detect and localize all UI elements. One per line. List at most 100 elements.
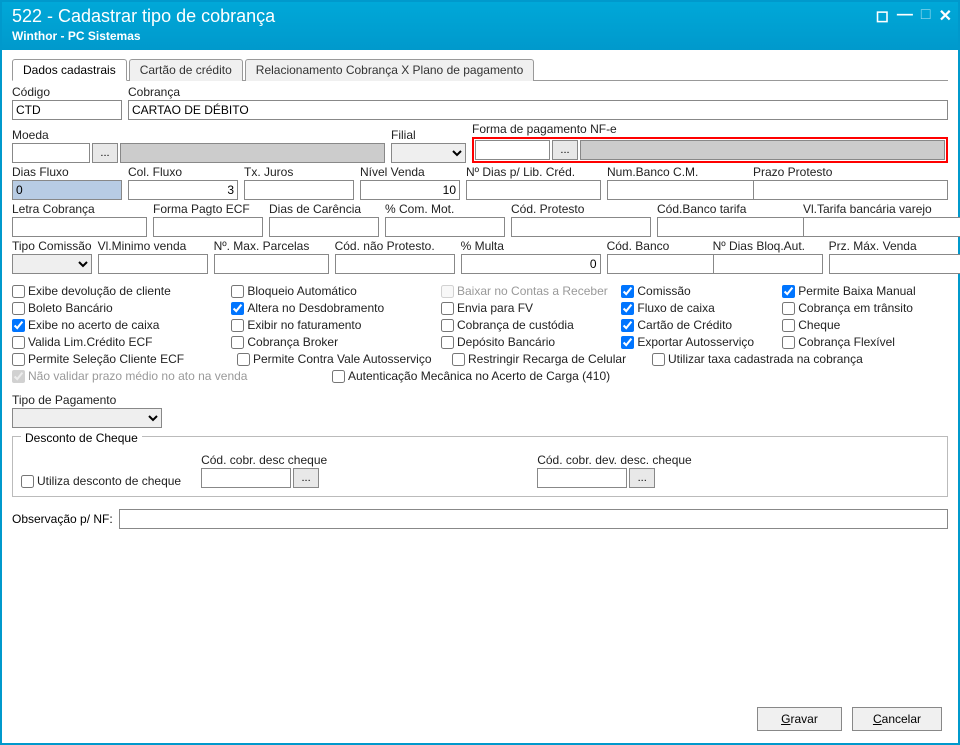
checkbox-label: Restringir Recarga de Celular (468, 352, 626, 366)
letra-input[interactable] (12, 217, 147, 237)
checkbox-label: Bloqueio Automático (247, 284, 356, 298)
checkbox-envia-para-fv[interactable] (441, 302, 454, 315)
checkbox-label: Cheque (798, 318, 840, 332)
checkbox-label: Exibe no acerto de caixa (28, 318, 159, 332)
desconto-cheque-title: Desconto de Cheque (21, 431, 142, 445)
cod-protesto-input[interactable] (511, 217, 651, 237)
checkbox-exibe-devolu-o-de-cliente[interactable] (12, 285, 25, 298)
filial-select[interactable] (391, 143, 466, 163)
col-fluxo-input[interactable] (128, 180, 238, 200)
maximize-icon[interactable]: □ (921, 6, 931, 26)
checkbox-cobran-a-de-cust-dia[interactable] (441, 319, 454, 332)
checkbox-cobran-a-flex-vel[interactable] (782, 336, 795, 349)
cancelar-button[interactable]: Cancelar (852, 707, 942, 731)
letra-label: Letra Cobrança (12, 202, 147, 216)
checkbox-exibir-no-faturamento[interactable] (231, 319, 244, 332)
cod-banco-tarifa-input[interactable] (657, 217, 820, 237)
cod-dev-cheque-input[interactable] (537, 468, 627, 488)
tipo-comissao-select[interactable] (12, 254, 92, 274)
dias-bloq-input[interactable] (713, 254, 823, 274)
checkbox-label: Valida Lim.Crédito ECF (28, 335, 153, 349)
cobranca-label: Cobrança (128, 85, 948, 99)
codigo-input[interactable] (12, 100, 122, 120)
checkbox-restringir-recarga-de-celular[interactable] (452, 353, 465, 366)
checkbox-label: Permite Contra Vale Autosserviço (253, 352, 432, 366)
checkbox-cheque[interactable] (782, 319, 795, 332)
forma-ecf-label: Forma Pagto ECF (153, 202, 263, 216)
checkbox-utilizar-taxa-cadastrada-na-cobran-a[interactable] (652, 353, 665, 366)
dias-lib-input[interactable] (466, 180, 601, 200)
tab-relacionamento[interactable]: Relacionamento Cobrança X Plano de pagam… (245, 59, 535, 81)
checkbox-label: Depósito Bancário (457, 335, 555, 349)
checkbox-permite-baixa-manual[interactable] (782, 285, 795, 298)
cod-desc-cheque-input[interactable] (201, 468, 291, 488)
cod-dev-cheque-lookup-button[interactable]: ... (629, 468, 655, 488)
checkbox-cobran-a-em-tr-nsito[interactable] (782, 302, 795, 315)
com-mot-label: % Com. Mot. (385, 202, 505, 216)
checkbox-label: Permite Seleção Cliente ECF (28, 352, 184, 366)
tipo-pagamento-select[interactable] (12, 408, 162, 428)
checkbox-label: Cobrança de custódia (457, 318, 574, 332)
cod-dev-cheque-label: Cód. cobr. dev. desc. cheque (537, 453, 692, 467)
num-banco-input[interactable] (607, 180, 770, 200)
prazo-protesto-input[interactable] (753, 180, 948, 200)
moeda-lookup-button[interactable]: ... (92, 143, 118, 163)
checkbox-permite-contra-vale-autosservi-o[interactable] (237, 353, 250, 366)
tab-dados-cadastrais[interactable]: Dados cadastrais (12, 59, 127, 81)
checkbox-dep-sito-banc-rio[interactable] (441, 336, 454, 349)
checkbox-exibe-no-acerto-de-caixa[interactable] (12, 319, 25, 332)
checkbox-bloqueio-autom-tico[interactable] (231, 285, 244, 298)
vl-minimo-input[interactable] (98, 254, 208, 274)
cod-banco-label: Cód. Banco (607, 239, 707, 253)
moeda-code-input[interactable] (12, 143, 90, 163)
tipo-comissao-label: Tipo Comissão (12, 239, 92, 253)
tab-cartao-credito[interactable]: Cartão de crédito (129, 59, 243, 81)
tx-juros-input[interactable] (244, 180, 354, 200)
gravar-button[interactable]: Gravar (757, 707, 842, 731)
checkbox-cobran-a-broker[interactable] (231, 336, 244, 349)
minimize-icon[interactable]: — (897, 6, 913, 26)
prz-max-input[interactable] (829, 254, 960, 274)
utiliza-desconto-checkbox[interactable] (21, 475, 34, 488)
forma-nfe-label: Forma de pagamento NF-e (472, 122, 948, 136)
window-subtitle: Winthor - PC Sistemas (12, 29, 948, 43)
utiliza-desconto-label: Utiliza desconto de cheque (37, 474, 181, 488)
cod-protesto-label: Cód. Protesto (511, 202, 651, 216)
obs-input[interactable] (119, 509, 948, 529)
dias-carencia-input[interactable] (269, 217, 379, 237)
cod-desc-cheque-lookup-button[interactable]: ... (293, 468, 319, 488)
checkbox-boleto-banc-rio[interactable] (12, 302, 25, 315)
cod-nao-protesto-input[interactable] (335, 254, 455, 274)
checkbox-fluxo-de-caixa[interactable] (621, 302, 634, 315)
multa-input[interactable] (461, 254, 601, 274)
checkbox-altera-no-desdobramento[interactable] (231, 302, 244, 315)
checkbox-grid: Exibe devolução de clienteBloqueio Autom… (12, 284, 948, 383)
vl-tarifa-input[interactable] (803, 217, 960, 237)
edit-icon[interactable]: ◻ (876, 6, 889, 26)
checkbox-label: Autenticação Mecânica no Acerto de Carga… (348, 369, 610, 383)
nivel-venda-input[interactable] (360, 180, 460, 200)
max-parcelas-input[interactable] (214, 254, 329, 274)
checkbox-cart-o-de-cr-dito[interactable] (621, 319, 634, 332)
dias-bloq-label: Nº Dias Bloq.Aut. (713, 239, 823, 253)
cobranca-input[interactable] (128, 100, 948, 120)
checkbox-label: Utilizar taxa cadastrada na cobrança (668, 352, 863, 366)
forma-ecf-input[interactable] (153, 217, 263, 237)
checkbox-permite-sele-o-cliente-ecf[interactable] (12, 353, 25, 366)
checkbox-label: Baixar no Contas a Receber (457, 284, 608, 298)
multa-label: % Multa (461, 239, 601, 253)
checkbox-label: Exibir no faturamento (247, 318, 361, 332)
checkbox-autentica-o-mec-nica-no-acerto-de-carga-410-[interactable] (332, 370, 345, 383)
close-icon[interactable]: ✕ (939, 6, 952, 26)
moeda-desc-input (120, 143, 385, 163)
checkbox-exportar-autosservi-o[interactable] (621, 336, 634, 349)
checkbox-valida-lim-cr-dito-ecf[interactable] (12, 336, 25, 349)
tab-bar: Dados cadastrais Cartão de crédito Relac… (12, 58, 948, 81)
checkbox-comiss-o[interactable] (621, 285, 634, 298)
forma-nfe-code-input[interactable] (475, 140, 550, 160)
dias-fluxo-input[interactable] (12, 180, 122, 200)
checkbox-label: Envia para FV (457, 301, 533, 315)
com-mot-input[interactable] (385, 217, 505, 237)
prazo-protesto-label: Prazo Protesto (753, 165, 948, 179)
forma-nfe-lookup-button[interactable]: ... (552, 140, 578, 160)
